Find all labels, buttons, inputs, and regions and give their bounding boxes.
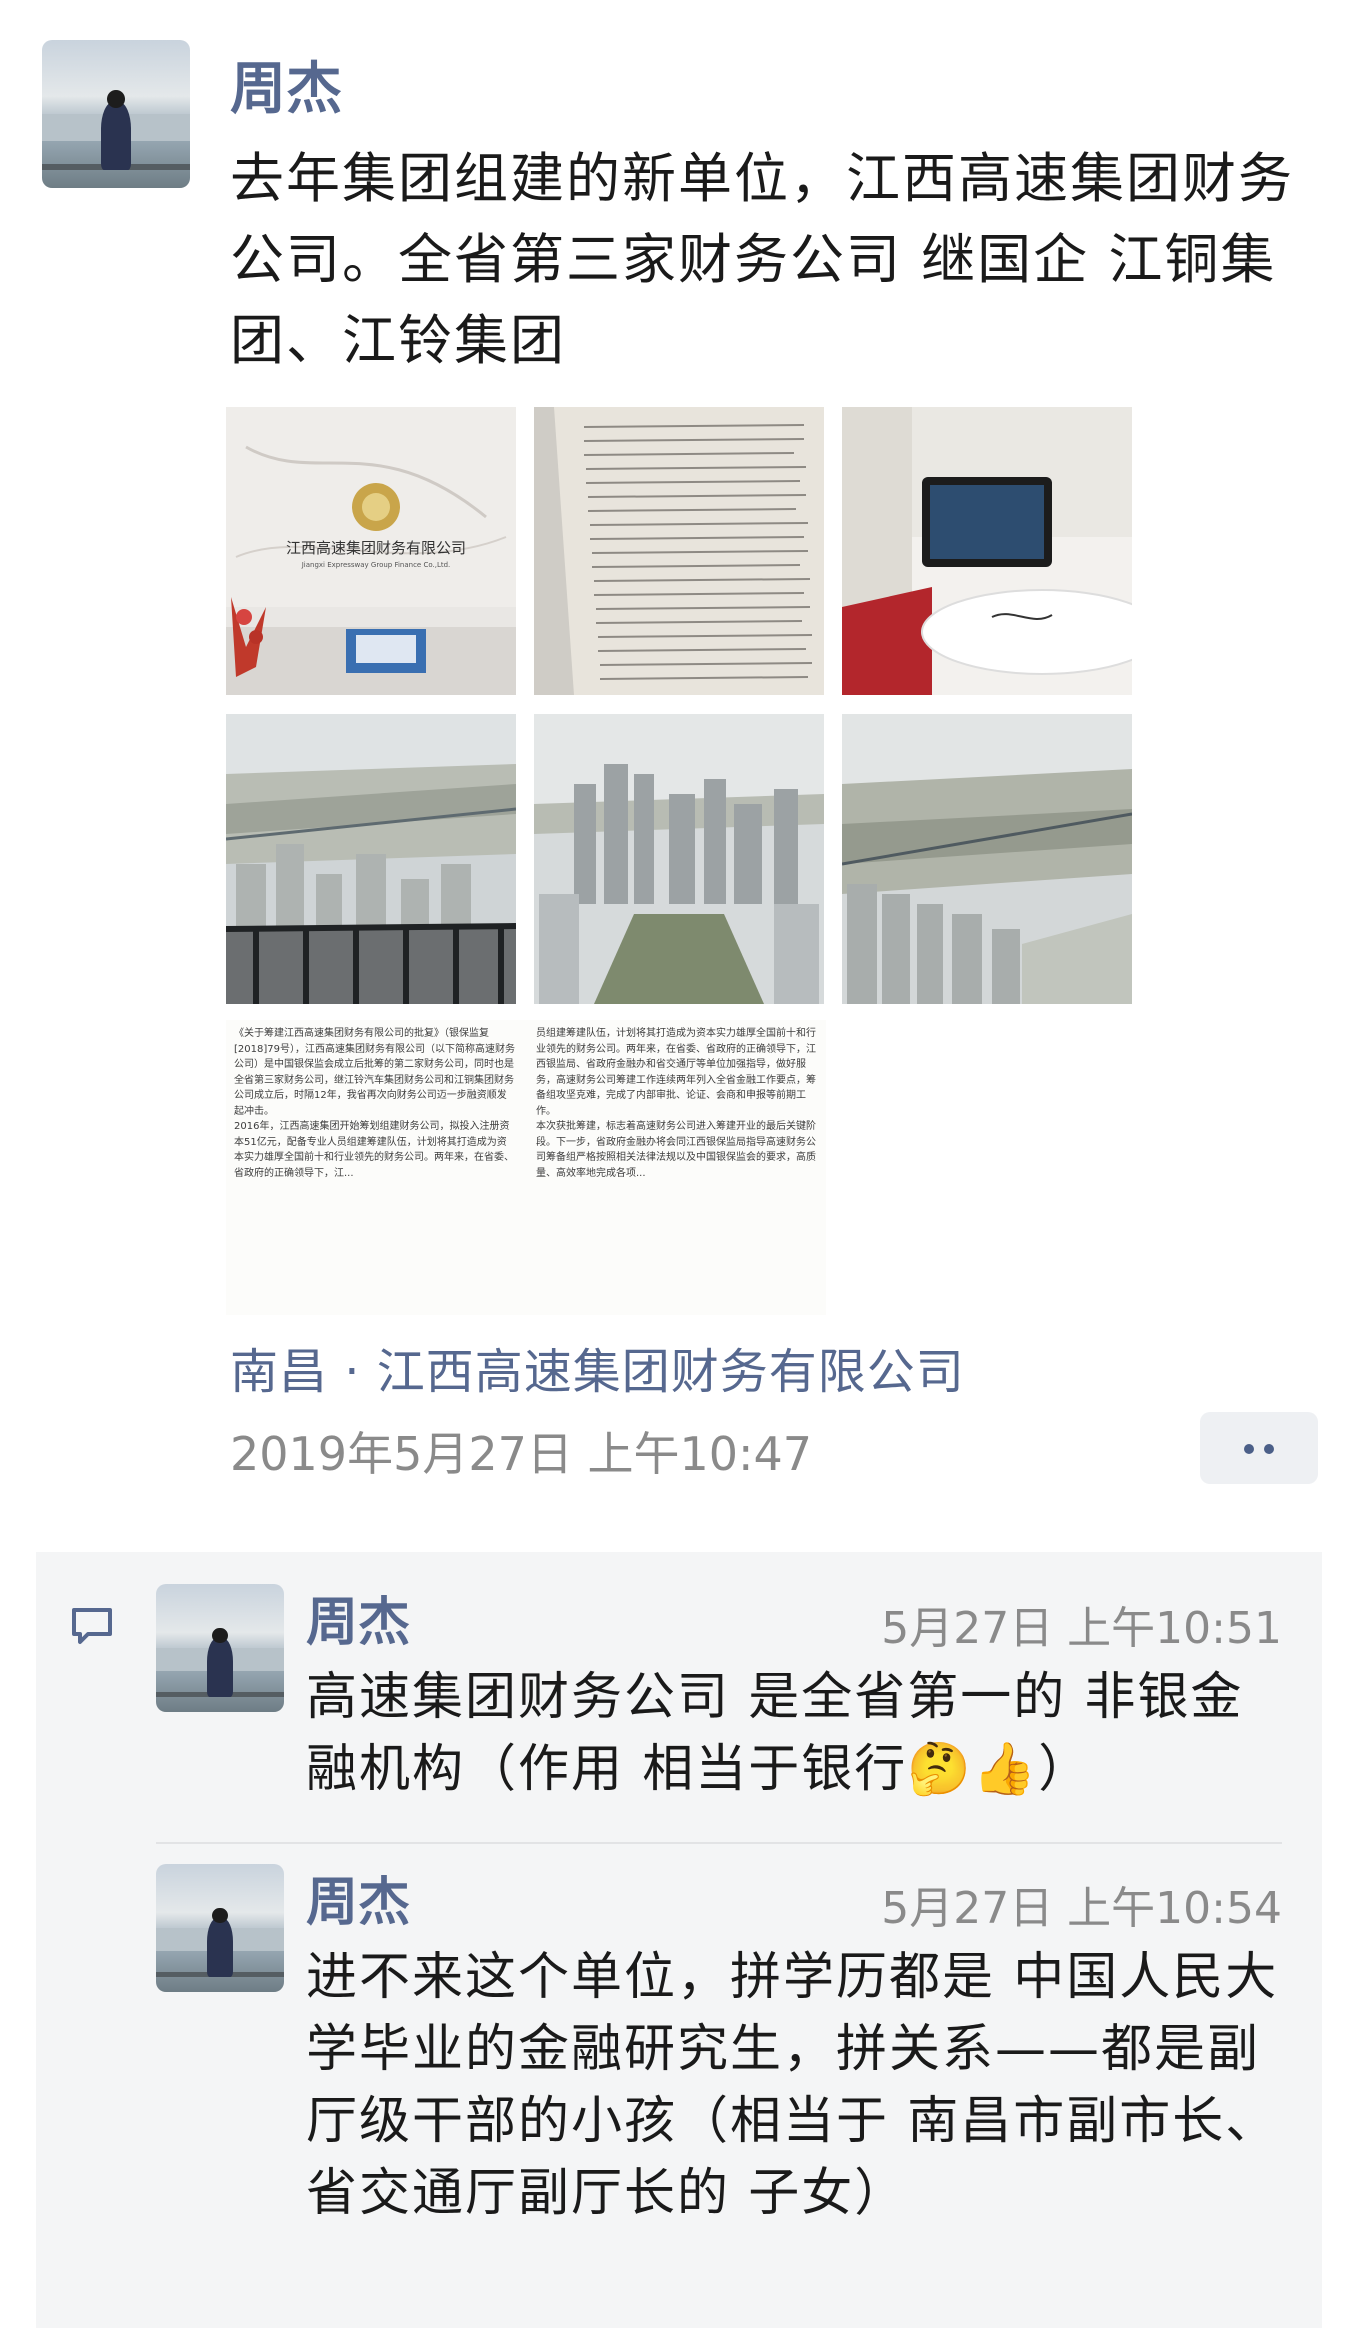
comment-text-body: 高速集团财务公司 是全省第一的 非银金融机构（作用 相当于银行	[306, 1668, 1244, 1799]
lobby-sign-text: 江西高速集团财务有限公司	[286, 539, 466, 557]
document-left-column: 《关于筹建江西高速集团财务有限公司的批复》（银保监复[2018]79号），江西高…	[234, 1028, 515, 1179]
post-location[interactable]: 南昌 · 江西高速集团财务有限公司	[230, 1332, 965, 1402]
post-text: 去年集团组建的新单位，江西高速集团财务公司。全省第三家财务公司 继国企 江铜集团…	[230, 147, 1294, 372]
photo-river-view-1[interactable]	[226, 714, 516, 1004]
more-dots-icon	[1244, 1444, 1254, 1454]
photo-lobby[interactable]: 江西高速集团财务有限公司 Jiangxi Expressway Group Fi…	[226, 407, 516, 695]
lobby-sign-subtext: Jiangxi Expressway Group Finance Co.,Ltd…	[301, 561, 451, 569]
comment-avatar[interactable]	[156, 1864, 284, 1992]
comment-text: 进不来这个单位，拼学历都是 中国人民大学毕业的金融研究生，拼关系——都是副厅级干…	[306, 1948, 1279, 2223]
comment-divider	[156, 1842, 1282, 1844]
comment-emoji: 🤔👍	[907, 1740, 1039, 1799]
photo-document-text[interactable]: 《关于筹建江西高速集团财务有限公司的批复》（银保监复[2018]79号），江西高…	[226, 1020, 826, 1315]
photo-meeting-room[interactable]	[842, 407, 1132, 695]
more-button[interactable]	[1200, 1412, 1318, 1484]
comment-author[interactable]: 周杰	[306, 1860, 410, 1935]
post-author-avatar[interactable]	[42, 40, 190, 188]
document-right-column: 员组建筹建队伍，计划将其打造成为资本实力雄厚全国前十和行业领先的财务公司。两年来…	[536, 1028, 816, 1179]
comment-text: 高速集团财务公司 是全省第一的 非银金融机构（作用 相当于银行🤔👍）	[306, 1662, 1286, 1806]
photo-document-page[interactable]	[534, 407, 824, 695]
comment-time: 5月27日 上午10:51	[881, 1603, 1282, 1654]
post-author-name[interactable]: 周杰	[230, 44, 342, 125]
photo-city-view[interactable]	[534, 714, 824, 1004]
comment-text-end: ）	[1038, 1740, 1092, 1799]
comment-icon	[72, 1608, 112, 1644]
comments-panel: 周杰 5月27日 上午10:51 高速集团财务公司 是全省第一的 非银金融机构（…	[36, 1552, 1322, 2328]
more-dots-icon-dot	[1264, 1444, 1274, 1454]
comment-time: 5月27日 上午10:54	[881, 1883, 1282, 1934]
photo-river-view-2[interactable]	[842, 714, 1132, 1004]
post-timestamp: 2019年5月27日 上午10:47	[230, 1427, 813, 1481]
comment-avatar[interactable]	[156, 1584, 284, 1712]
comment-author[interactable]: 周杰	[306, 1580, 410, 1655]
